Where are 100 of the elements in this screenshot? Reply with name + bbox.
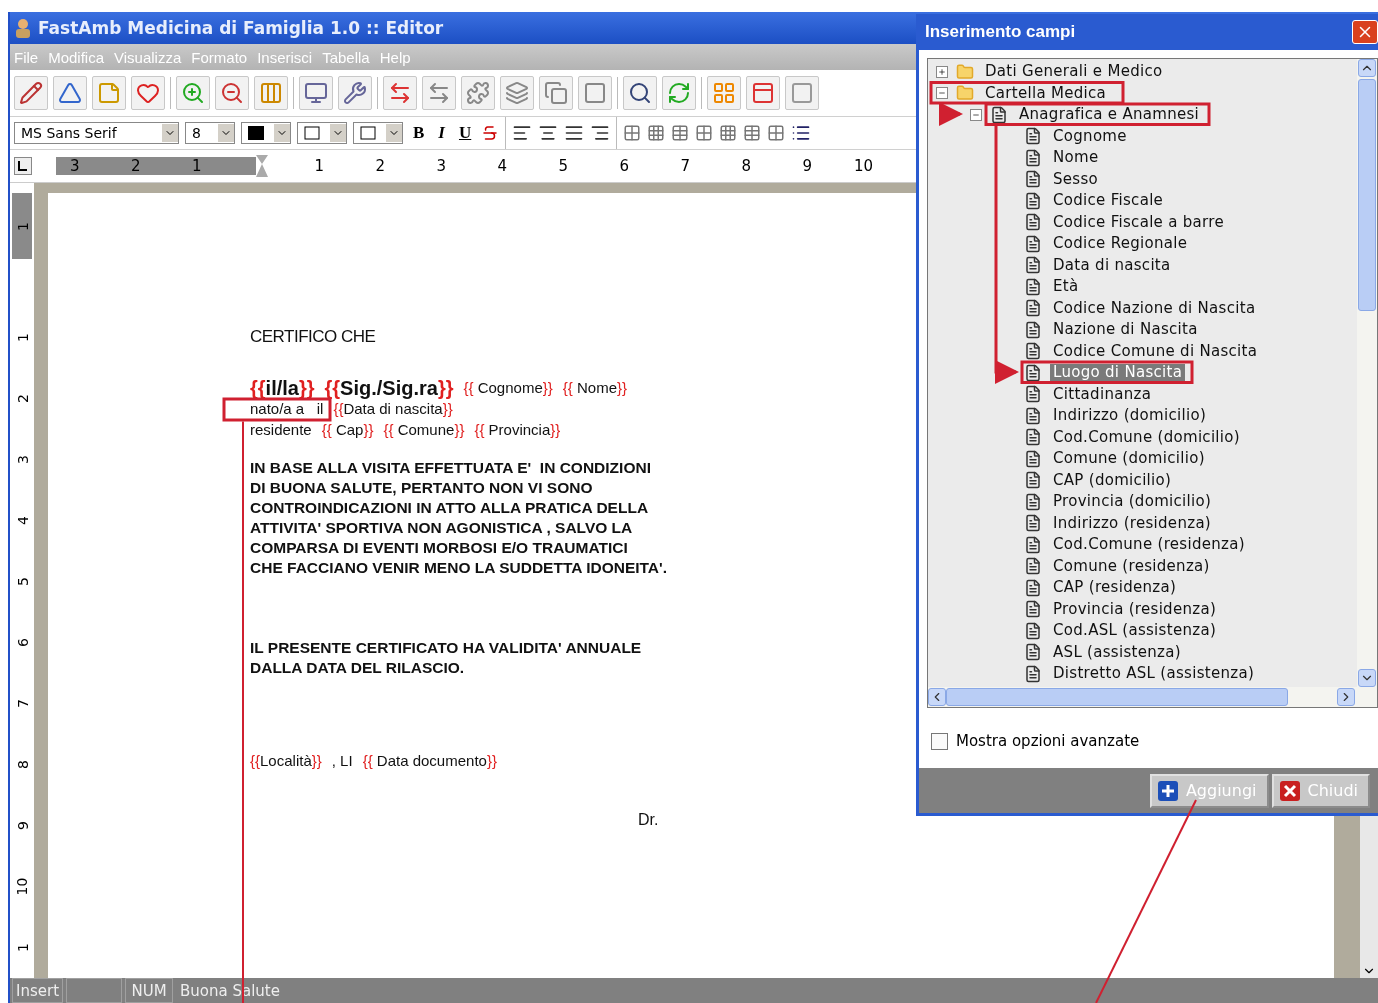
table-grid-icon[interactable] — [743, 124, 762, 142]
tree-item[interactable]: Indirizzo (domicilio) — [1050, 407, 1210, 425]
horizontal-scrollbar[interactable] — [928, 687, 1377, 707]
font-select[interactable]: MS Sans Serif — [14, 122, 179, 144]
toolbar-button[interactable] — [338, 76, 372, 110]
document-icon — [1024, 256, 1042, 275]
toolbar-button[interactable] — [383, 76, 417, 110]
vertical-scrollbar[interactable] — [1357, 59, 1377, 687]
scrollbar-thumb[interactable] — [946, 688, 1288, 706]
italic-button[interactable]: I — [434, 123, 449, 143]
tree-item[interactable]: Provincia (domicilio) — [1050, 493, 1215, 511]
tree-item[interactable]: Codice Fiscale — [1050, 192, 1167, 210]
tree-item[interactable]: Sesso — [1050, 170, 1102, 188]
table-grid-icon[interactable] — [767, 124, 786, 142]
tree-item[interactable]: Codice Nazione di Nascita — [1050, 299, 1259, 317]
table-grid-icon[interactable] — [695, 124, 714, 142]
tree-item[interactable]: Cittadinanza — [1050, 385, 1155, 403]
toolbar-button[interactable] — [623, 76, 657, 110]
tree-item[interactable]: Cod.Comune (domicilio) — [1050, 428, 1243, 446]
toolbar-button[interactable] — [14, 76, 48, 110]
tree-item[interactable]: Comune (residenza) — [1050, 557, 1213, 575]
toolbar-button[interactable] — [131, 76, 165, 110]
align-right-icon[interactable] — [590, 123, 611, 143]
scroll-right-button[interactable] — [1337, 688, 1355, 706]
tree-item[interactable]: CAP (domicilio) — [1050, 471, 1175, 489]
table-grid-icon[interactable] — [671, 124, 690, 142]
scroll-left-button[interactable] — [928, 688, 946, 706]
tree-expander[interactable] — [936, 87, 948, 100]
color-swatch-icon — [248, 126, 264, 140]
tree-item[interactable]: Provincia (residenza) — [1050, 600, 1220, 618]
tree-item[interactable]: Codice Regionale — [1050, 235, 1191, 253]
color-select[interactable] — [241, 122, 291, 144]
tree-expander[interactable] — [970, 108, 982, 121]
puzzle-icon — [466, 81, 490, 105]
zoom-in-icon — [181, 81, 205, 105]
table-grid-icon[interactable] — [719, 124, 738, 142]
border-style-icon — [304, 126, 320, 140]
document-icon — [1024, 299, 1042, 318]
toolbar-button[interactable] — [746, 76, 780, 110]
scrollbar-thumb[interactable] — [1358, 79, 1376, 311]
strikethrough-icon[interactable] — [481, 124, 500, 142]
align-justify-icon[interactable] — [564, 123, 585, 143]
border-select[interactable] — [353, 122, 403, 144]
tree-item[interactable]: Nazione di Nascita — [1050, 321, 1201, 339]
tree-item[interactable]: Cartella Medica — [982, 84, 1110, 102]
toolbar-button[interactable] — [53, 76, 87, 110]
tree-item[interactable]: Nome — [1050, 149, 1102, 167]
square-icon — [583, 81, 607, 105]
tree-item[interactable]: Età — [1050, 278, 1082, 296]
document-icon — [1024, 578, 1042, 597]
scroll-up-button[interactable] — [1358, 59, 1376, 77]
tree-expander[interactable] — [936, 65, 948, 78]
bold-button[interactable]: B — [409, 123, 429, 143]
close-button[interactable] — [1352, 20, 1378, 44]
template-tag: {{ Data documento}} — [362, 752, 497, 769]
list-icon[interactable] — [791, 123, 812, 143]
tree-item[interactable]: Cod.ASL (assistenza) — [1050, 622, 1220, 640]
size-select[interactable]: 8 — [185, 122, 235, 144]
tab-stop-icon[interactable] — [14, 157, 32, 175]
document-icon — [1024, 213, 1042, 232]
align-left-icon[interactable] — [512, 123, 533, 143]
tree-item[interactable]: Dati Generali e Medico — [982, 63, 1166, 81]
tree-item[interactable]: Comune (domicilio) — [1050, 450, 1208, 468]
tree-item[interactable]: Luogo di Nascita — [1050, 364, 1186, 382]
tree-item[interactable]: CAP (residenza) — [1050, 579, 1180, 597]
document-text: , LI — [331, 752, 353, 769]
tree-item[interactable]: ASL (assistenza) — [1050, 643, 1184, 661]
document-icon — [1024, 428, 1042, 447]
note-icon — [97, 81, 121, 105]
document-text: residente — [250, 421, 312, 438]
status-text: Insert — [12, 978, 64, 1003]
table-grid-icon[interactable] — [647, 124, 666, 142]
tree-item[interactable]: Data di nascita — [1050, 256, 1174, 274]
close-icon — [1279, 780, 1300, 801]
triangle-icon — [58, 81, 82, 105]
scroll-down-button[interactable] — [1358, 669, 1376, 687]
border-select[interactable] — [297, 122, 347, 144]
status-text: NUM — [125, 978, 174, 1003]
document-icon — [1024, 191, 1042, 210]
tree-item[interactable]: Codice Comune di Nascita — [1050, 342, 1261, 360]
tree-item[interactable]: Indirizzo (residenza) — [1050, 514, 1215, 532]
tree-item[interactable]: Cod.Comune (residenza) — [1050, 536, 1248, 554]
document-icon — [1024, 492, 1042, 511]
tree-item[interactable]: Codice Fiscale a barre — [1050, 213, 1227, 231]
tree-item[interactable]: Anagrafica e Anamnesi — [1016, 106, 1203, 124]
document-icon — [1024, 170, 1042, 189]
toolbar-button[interactable] — [215, 76, 249, 110]
advanced-options-checkbox[interactable]: Mostra opzioni avanzate — [931, 732, 1378, 750]
toolbar-button[interactable] — [299, 76, 333, 110]
table-grid-icon[interactable] — [623, 124, 642, 142]
tree-item[interactable]: Cognome — [1050, 127, 1130, 145]
template-tag: {{ Nome}} — [562, 379, 627, 396]
underline-button[interactable]: U — [454, 123, 476, 143]
dialog-title: Inserimento campi — [925, 22, 1076, 42]
document-icon — [1024, 320, 1042, 339]
align-center-icon[interactable] — [538, 123, 559, 143]
tree-item[interactable]: Distretto ASL (assistenza) — [1050, 665, 1258, 683]
checkbox[interactable] — [931, 732, 948, 750]
plus-icon — [1157, 780, 1178, 801]
template-tag: {{ Cap}} — [321, 421, 374, 438]
